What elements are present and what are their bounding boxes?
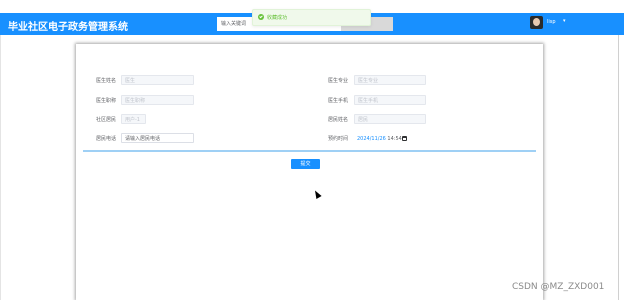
form-panel: 医生姓名 医生 医生专业 医生专业 医生职称 医生职称 医生手机 医生手机 社区…	[76, 44, 543, 300]
appointment-time-label: 预约时间	[327, 136, 348, 142]
resident-name-label: 居民姓名	[327, 117, 348, 123]
success-toast: 收藏成功	[252, 9, 371, 26]
success-check-icon	[258, 14, 264, 20]
community-label: 社区居民	[95, 117, 116, 123]
avatar[interactable]	[530, 16, 543, 29]
doctor-name-label: 医生姓名	[95, 78, 116, 84]
doctor-title-field: 医生职称	[121, 95, 194, 105]
appointment-time: 14:54	[387, 136, 402, 142]
chevron-down-icon[interactable]: ▾	[563, 18, 566, 24]
toast-message: 收藏成功	[267, 15, 288, 21]
calendar-icon[interactable]	[402, 136, 407, 141]
appointment-date: 2024/11/26	[357, 136, 386, 142]
doctor-phone-field: 医生手机	[354, 95, 426, 105]
right-border	[618, 35, 619, 300]
left-border	[0, 35, 1, 300]
doctor-major-field: 医生专业	[354, 75, 426, 85]
watermark: CSDN @MZ_ZXD001	[512, 282, 605, 292]
doctor-major-label: 医生专业	[327, 78, 348, 84]
resident-phone-placeholder: 请输入居民电话	[125, 136, 161, 142]
submit-button[interactable]: 提交	[291, 159, 320, 169]
doctor-name-field: 医生	[121, 75, 194, 85]
doctor-phone-label: 医生手机	[327, 98, 348, 104]
username[interactable]: lisp	[547, 19, 556, 25]
form-divider	[83, 150, 536, 152]
resident-phone-input[interactable]: 请输入居民电话	[121, 133, 194, 143]
appointment-datetime-input[interactable]: 2024/11/26 14:54	[354, 133, 411, 143]
doctor-title-label: 医生职称	[95, 98, 116, 104]
resident-name-field: 居民	[354, 114, 426, 124]
community-select[interactable]: 用户-1	[121, 114, 146, 124]
resident-phone-label: 居民电话	[95, 136, 116, 142]
app-title: 毕业社区电子政务管理系统	[8, 22, 128, 33]
